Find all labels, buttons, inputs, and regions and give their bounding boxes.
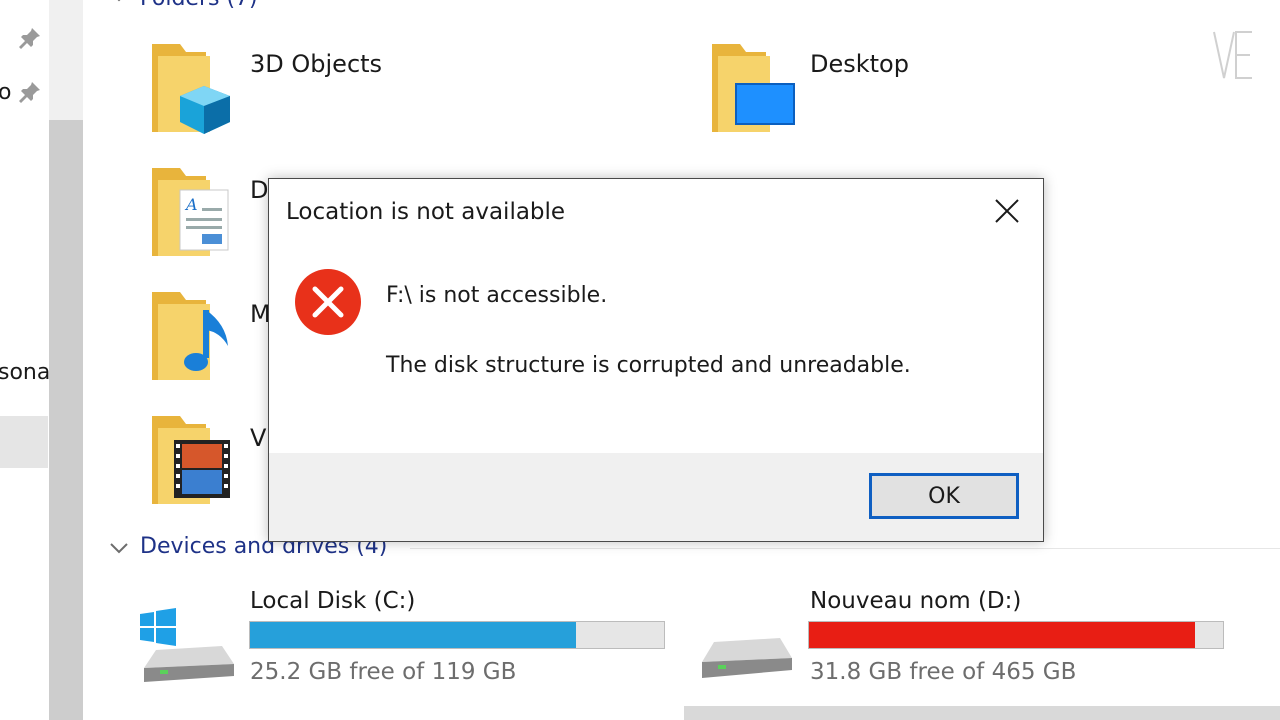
folder-label[interactable]: Desktop: [810, 50, 909, 78]
folder-item[interactable]: [706, 40, 796, 136]
drive-usage-fill: [250, 622, 577, 648]
error-dialog: Location is not available F:\ is not acc…: [268, 178, 1044, 542]
drive-item-partial[interactable]: [684, 706, 1280, 720]
error-icon: [295, 269, 361, 335]
folder-item[interactable]: [146, 40, 236, 136]
navigation-pane: o sona: [0, 0, 84, 720]
ok-button[interactable]: OK: [869, 473, 1019, 519]
folder-label[interactable]: 3D Objects: [250, 50, 382, 78]
nav-item-selected[interactable]: [0, 416, 48, 468]
group-divider: [410, 548, 1280, 549]
windows-drive-icon: [140, 608, 234, 682]
nav-scrollbar[interactable]: [49, 0, 83, 720]
folder-item[interactable]: A: [146, 164, 236, 260]
nav-item-label[interactable]: o: [0, 80, 11, 105]
nav-item-label[interactable]: sona: [0, 360, 50, 385]
drive-usage-fill: [809, 622, 1195, 648]
drive-item[interactable]: [136, 606, 236, 686]
error-message-primary: F:\ is not accessible.: [386, 283, 608, 308]
folder-item[interactable]: [146, 288, 236, 384]
drive-name[interactable]: Nouveau nom (D:): [810, 588, 1021, 614]
chevron-down-icon[interactable]: [108, 0, 130, 6]
videos-folder-icon: [152, 416, 230, 504]
close-button[interactable]: [983, 191, 1031, 231]
drive-item[interactable]: [696, 620, 796, 686]
drive-usage-bar: [249, 621, 665, 649]
nav-scrollbar-thumb[interactable]: [49, 120, 83, 720]
documents-folder-icon: A: [152, 168, 229, 256]
folder-label[interactable]: D: [250, 176, 268, 204]
drive-icon: [702, 638, 792, 678]
watermark-logo: [1213, 31, 1252, 79]
chevron-down-icon[interactable]: [108, 538, 130, 558]
folder-item[interactable]: [146, 412, 236, 508]
drive-free-space: 25.2 GB free of 119 GB: [250, 659, 517, 685]
svg-text:A: A: [184, 195, 198, 214]
drive-usage-bar: [808, 621, 1224, 649]
music-folder-icon: [152, 292, 228, 380]
close-icon: [995, 199, 1019, 223]
dialog-button-bar: OK: [269, 453, 1043, 541]
3d-objects-folder-icon: [152, 44, 230, 134]
drive-name[interactable]: Local Disk (C:): [250, 588, 415, 614]
pin-icon[interactable]: [18, 80, 42, 104]
drive-free-space: 31.8 GB free of 465 GB: [810, 659, 1077, 685]
dialog-title: Location is not available: [286, 199, 566, 225]
folders-group-header[interactable]: Folders (7): [140, 0, 258, 11]
pin-icon[interactable]: [18, 26, 42, 50]
error-message-detail: The disk structure is corrupted and unre…: [386, 353, 911, 378]
desktop-folder-icon: [712, 44, 795, 132]
